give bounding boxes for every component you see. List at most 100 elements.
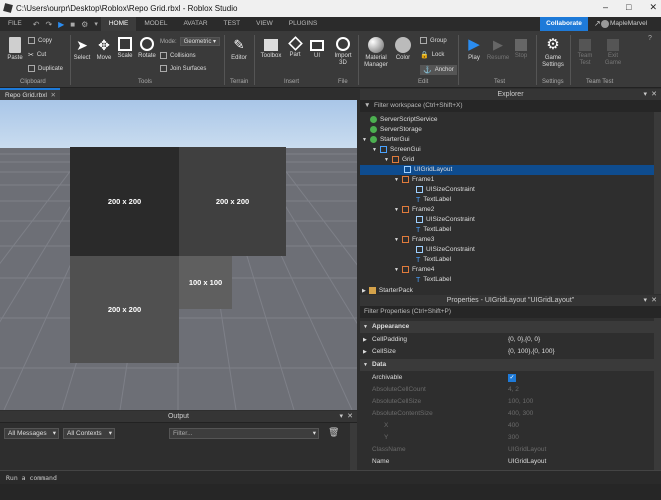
share-icon[interactable]: ↗ <box>594 19 601 28</box>
import-3d-button[interactable]: Import 3D <box>330 37 356 67</box>
rotate-button[interactable]: Rotate <box>136 37 158 60</box>
tree-item-starterpack[interactable]: ▶ StarterPack <box>362 286 413 294</box>
tree-item-frame1[interactable]: ▼ Frame1 <box>394 175 434 185</box>
paste-button[interactable]: Paste <box>4 37 26 62</box>
tree-item-grid[interactable]: ▼ Grid <box>384 155 414 165</box>
property-row-name[interactable]: Name UIGridLayout <box>360 456 654 468</box>
output-filter-input[interactable]: Filter... ▾ <box>169 428 319 439</box>
document-tab[interactable]: Repo Grid.rbxl ✕ <box>0 88 60 100</box>
tree-item-frame2[interactable]: ▼ Frame2 <box>394 205 434 215</box>
tree-item-serverscriptservice[interactable]: ServerScriptService <box>370 115 437 125</box>
collisions-toggle[interactable]: Collisions <box>160 52 196 59</box>
stop-button[interactable]: Stop <box>512 37 530 60</box>
quick-stop-icon[interactable]: ■ <box>67 20 78 29</box>
grid-frame-2[interactable]: 200 x 200 <box>179 147 286 256</box>
chevron-down-icon[interactable]: ▼ <box>394 177 399 183</box>
menu-test[interactable]: TEST <box>216 17 249 31</box>
chevron-down-icon[interactable]: ▼ <box>394 207 399 213</box>
menu-view[interactable]: VIEW <box>248 17 281 31</box>
explorer-scrollbar[interactable] <box>654 112 661 294</box>
color-button[interactable]: Color <box>394 37 412 62</box>
cut-button[interactable]: ✂ Cut <box>28 51 46 59</box>
close-button[interactable]: ✕ <box>649 2 657 13</box>
part-button[interactable]: Part <box>286 36 304 59</box>
chevron-down-icon[interactable]: ▼ <box>394 267 399 273</box>
menu-avatar[interactable]: AVATAR <box>175 17 215 31</box>
tree-item-textlabel[interactable]: T TextLabel <box>416 195 451 205</box>
select-button[interactable]: ➤ Select <box>72 37 92 62</box>
terrain-editor-button[interactable]: ✎ Editor <box>228 37 250 62</box>
properties-scrollbar[interactable] <box>654 318 661 470</box>
panel-menu-icon[interactable]: ▾ <box>643 89 647 100</box>
chevron-down-icon[interactable]: ▼ <box>394 237 399 243</box>
tree-item-serverstorage[interactable]: ServerStorage <box>370 125 422 135</box>
chevron-down-icon[interactable]: ▼ <box>362 137 367 143</box>
duplicate-button[interactable]: Duplicate <box>28 65 63 72</box>
help-icon[interactable]: ? <box>648 35 652 42</box>
chevron-right-icon[interactable]: ▶ <box>362 288 366 294</box>
join-surfaces-toggle[interactable]: Join Surfaces <box>160 65 206 72</box>
tree-item-uisizeconstraint[interactable]: UISizeConstraint <box>416 215 475 225</box>
collaborate-button[interactable]: Collaborate <box>540 17 588 31</box>
quick-access-chevron-icon[interactable]: ▾ <box>91 20 101 28</box>
scale-button[interactable]: Scale <box>115 37 135 60</box>
tree-item-screengui[interactable]: ▼ ScreenGui <box>372 145 421 155</box>
messages-filter-dropdown[interactable]: All Messages ▾ <box>4 428 59 439</box>
tree-item-uisizeconstraint[interactable]: UISizeConstraint <box>416 245 475 255</box>
minimize-button[interactable]: – <box>603 2 608 13</box>
lock-button[interactable]: 🔒 Lock <box>420 51 444 59</box>
properties-filter-input[interactable]: Filter Properties (Ctrl+Shift+P) <box>360 306 661 318</box>
maximize-button[interactable]: □ <box>626 2 631 13</box>
tree-item-textlabel[interactable]: T TextLabel <box>416 225 451 235</box>
panel-menu-icon[interactable]: ▾ <box>643 295 647 306</box>
tree-item-frame4[interactable]: ▼ Frame4 <box>394 265 434 275</box>
explorer-filter-input[interactable]: ▼ Filter workspace (Ctrl+Shift+X) <box>360 100 661 112</box>
contexts-filter-dropdown[interactable]: All Contexts ▾ <box>63 428 115 439</box>
clear-output-icon[interactable]: 🗑 <box>328 427 339 438</box>
quick-play-icon[interactable]: ▶ <box>55 20 67 29</box>
user-name[interactable]: MapleMarvel <box>610 17 647 31</box>
3d-viewport[interactable]: 200 x 200 200 x 200 200 x 200 100 x 100 <box>0 100 357 410</box>
tree-item-textlabel[interactable]: T TextLabel <box>416 255 451 265</box>
menu-plugins[interactable]: PLUGINS <box>281 17 326 31</box>
quick-settings-icon[interactable]: ⚙ <box>78 20 91 29</box>
game-settings-button[interactable]: ⚙ Game Settings <box>540 37 566 69</box>
command-bar-input[interactable]: Run a command <box>0 470 661 484</box>
resume-button[interactable]: ▶ Resume <box>486 37 510 62</box>
play-button[interactable]: ▶ Play <box>464 37 484 62</box>
tree-item-frame3[interactable]: ▼ Frame3 <box>394 235 434 245</box>
chevron-down-icon[interactable]: ▼ <box>384 157 389 163</box>
chevron-down-icon[interactable]: ▼ <box>372 147 377 153</box>
undo-icon[interactable]: ↶ <box>30 20 43 29</box>
explorer-close-icon[interactable]: ✕ <box>651 89 657 100</box>
menu-file[interactable]: FILE <box>0 17 30 31</box>
tree-item-startergui[interactable]: ▼ StarterGui <box>362 135 410 145</box>
menu-home[interactable]: HOME <box>100 17 137 31</box>
property-section-appearance[interactable]: ▼ Appearance <box>360 321 654 333</box>
menu-model[interactable]: MODEL <box>136 17 175 31</box>
grid-frame-3[interactable]: 200 x 200 <box>70 256 179 363</box>
mode-dropdown[interactable]: Geometric ▾ <box>179 37 221 46</box>
tree-item-uigridlayout[interactable]: UIGridLayout <box>360 165 654 175</box>
material-manager-button[interactable]: Material Manager <box>362 37 390 69</box>
output-close-icon[interactable]: ✕ <box>347 411 353 422</box>
tree-item-textlabel[interactable]: T TextLabel <box>416 275 451 285</box>
grid-frame-4[interactable]: 100 x 100 <box>179 256 232 309</box>
property-row-cellsize[interactable]: ▶ CellSize {0, 100},{0, 100} <box>360 346 654 358</box>
property-row-cellpadding[interactable]: ▶ CellPadding {0, 0},{0, 0} <box>360 334 654 346</box>
mode-selector[interactable]: Mode: Geometric ▾ <box>160 37 221 46</box>
toolbox-button[interactable]: Toolbox <box>258 37 284 60</box>
archivable-checkbox[interactable]: ✓ <box>508 374 516 382</box>
properties-close-icon[interactable]: ✕ <box>651 295 657 306</box>
copy-button[interactable]: Copy <box>28 37 52 44</box>
ui-button[interactable]: UI <box>308 37 326 60</box>
property-section-data[interactable]: ▼ Data <box>360 359 654 371</box>
anchor-button[interactable]: ⚓ Anchor <box>420 65 457 75</box>
group-button[interactable]: Group <box>420 37 447 44</box>
output-scrollbar[interactable] <box>350 423 357 470</box>
team-test-button[interactable]: Team Test <box>574 37 596 67</box>
panel-menu-icon[interactable]: ▾ <box>339 411 343 422</box>
user-avatar-icon[interactable] <box>601 20 609 28</box>
grid-frame-1[interactable]: 200 x 200 <box>70 147 179 256</box>
move-button[interactable]: ✥ Move <box>94 37 114 62</box>
